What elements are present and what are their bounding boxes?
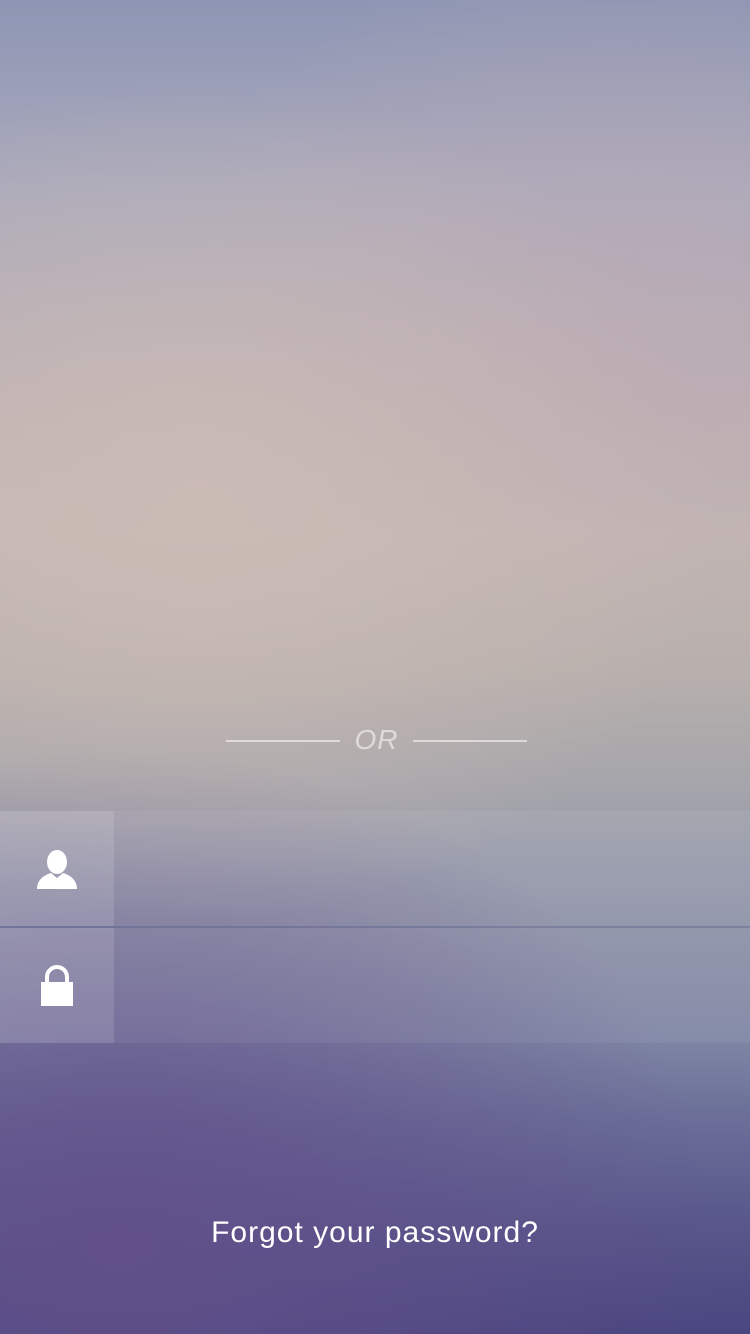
divider-line-left <box>226 740 340 742</box>
or-label: OR <box>354 724 399 755</box>
or-divider: OR <box>0 722 750 760</box>
user-icon <box>37 849 77 889</box>
password-row <box>0 928 750 1043</box>
lock-icon <box>41 964 73 1006</box>
username-icon-cell <box>0 811 114 926</box>
password-field-wrapper <box>114 928 750 1043</box>
login-form <box>0 811 750 1043</box>
username-field-wrapper <box>114 811 750 926</box>
username-row <box>0 811 750 926</box>
password-icon-cell <box>0 928 114 1043</box>
username-input[interactable] <box>114 811 750 926</box>
forgot-password-link[interactable]: Forgot your password? <box>0 1216 750 1250</box>
divider-line-right <box>413 740 527 742</box>
password-input[interactable] <box>114 928 750 1043</box>
login-screen: OR Forgot your password? <box>0 0 750 1334</box>
